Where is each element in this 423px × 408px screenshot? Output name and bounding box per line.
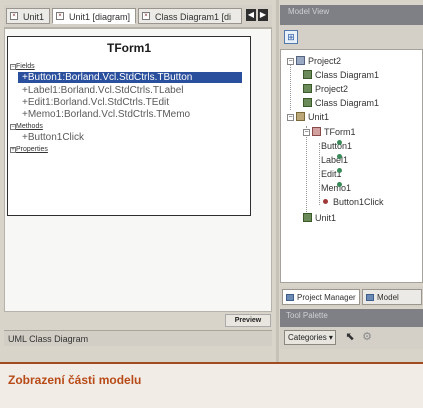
expand-tform1-icon[interactable]: − (303, 129, 310, 136)
tab-label: Class Diagram1 [di (155, 12, 232, 22)
tab-model[interactable]: Model (362, 289, 422, 305)
tree-item-tform1[interactable]: TForm1 (312, 126, 356, 138)
tab-label: Unit1 [diagram] (69, 12, 131, 22)
tree-line (319, 143, 320, 205)
diagram-icon (303, 213, 312, 222)
component-icon[interactable]: ⚙ (360, 330, 374, 345)
tree-label: Button1Click (333, 197, 384, 207)
model-tree[interactable]: − Project2 Class Diagram1 Project2 Class… (280, 49, 423, 283)
tree-item-unit1-diagram[interactable]: Unit1 (303, 212, 336, 224)
tree-label: Unit1 (308, 112, 330, 122)
tab-scroll-right-button[interactable]: ▶ (258, 9, 268, 21)
tool-palette-titlebar: Tool Palette (280, 309, 423, 327)
field-edit1[interactable]: +Edit1:Borland.Vcl.StdCtrls.TEdit (22, 97, 169, 108)
form-icon (312, 127, 321, 136)
close-icon[interactable]: × (10, 12, 18, 20)
model-view-titlebar: Model View (280, 5, 423, 25)
tree-label: Class Diagram1 (315, 98, 380, 108)
categories-dropdown[interactable]: Categories ▾ (284, 330, 336, 345)
pointer-icon[interactable]: ⬉ (344, 330, 356, 345)
preview-button[interactable]: Preview (225, 314, 271, 327)
tree-label: Project2 (315, 84, 349, 94)
class-box-tform1[interactable]: TForm1 − Fields +Button1:Borland.Vcl.Std… (7, 36, 251, 216)
tab-label: Unit1 (23, 12, 45, 22)
tree-item-project2[interactable]: Project2 (296, 55, 341, 67)
ide-window: × Unit1 × Unit1 [diagram] × Class Diagra… (0, 0, 423, 362)
pane-splitter[interactable] (276, 0, 279, 362)
methods-section-label: Methods (16, 123, 43, 130)
tab-label: Project Manager (297, 293, 356, 302)
project-icon (296, 56, 305, 65)
tab-class-diagram1[interactable]: × Class Diagram1 [di (138, 8, 242, 24)
tree-label: Class Diagram1 (315, 70, 380, 80)
diagram-icon (303, 98, 312, 107)
unit-icon (296, 112, 305, 121)
tree-label: Unit1 (315, 213, 337, 223)
tree-label: Memo1 (321, 183, 352, 193)
class-title: TForm1 (106, 41, 151, 55)
caption-divider (0, 362, 423, 364)
tree-item-button1[interactable]: Button1 (321, 140, 352, 152)
screenshot-figure: × Unit1 × Unit1 [diagram] × Class Diagra… (0, 0, 423, 408)
right-panel-tabs: Project Manager Model (280, 287, 423, 307)
field-icon (337, 140, 342, 145)
tree-item-project2-diagram[interactable]: Project2 (303, 83, 348, 95)
tab-unit1[interactable]: × Unit1 (6, 8, 50, 24)
status-bar: UML Class Diagram (4, 330, 272, 346)
tab-scroll-left-button[interactable]: ◀ (246, 9, 256, 21)
method-icon (323, 199, 328, 204)
tree-label: Label1 (321, 155, 349, 165)
model-view-icon[interactable]: ⊞ (284, 30, 298, 44)
tool-palette-toolbar: Categories ▾ ⬉ ⚙ (280, 327, 423, 349)
tree-line (290, 64, 291, 110)
tree-line (306, 126, 307, 212)
tree-item-edit1[interactable]: Edit1 (321, 168, 342, 180)
close-icon[interactable]: × (142, 12, 150, 20)
model-view-toolbar: ⊞ (280, 25, 423, 49)
tree-item-class-diagram1[interactable]: Class Diagram1 (303, 69, 379, 81)
field-memo1[interactable]: +Memo1:Borland.Vcl.StdCtrls.TMemo (22, 109, 190, 120)
document-tab-bar: × Unit1 × Unit1 [diagram] × Class Diagra… (4, 5, 272, 28)
tree-label: TForm1 (324, 127, 356, 137)
tree-item-memo1[interactable]: Memo1 (321, 182, 351, 194)
field-label1[interactable]: +Label1:Borland.Vcl.StdCtrls.TLabel (22, 85, 183, 96)
model-icon (366, 294, 374, 301)
diagram-icon (303, 70, 312, 79)
properties-section-label: Properties (16, 146, 48, 153)
tab-label: Model (377, 293, 399, 302)
close-icon[interactable]: × (56, 12, 64, 20)
tab-project-manager[interactable]: Project Manager (282, 289, 360, 305)
tree-item-button1click[interactable]: Button1Click (321, 196, 384, 208)
method-button1click[interactable]: +Button1Click (22, 132, 84, 143)
project-manager-icon (286, 294, 294, 301)
fields-section-label: Fields (16, 63, 35, 70)
tree-item-class-diagram1-b[interactable]: Class Diagram1 (303, 97, 379, 109)
expand-project2-icon[interactable]: − (287, 58, 294, 65)
tree-item-label1[interactable]: Label1 (321, 154, 348, 166)
tree-item-unit1[interactable]: Unit1 (296, 111, 329, 123)
field-button1[interactable]: +Button1:Borland.Vcl.StdCtrls.TButton (18, 72, 242, 83)
tree-label: Project2 (308, 56, 342, 66)
figure-caption: Zobrazení části modelu (8, 373, 142, 387)
tab-unit1-diagram[interactable]: × Unit1 [diagram] (52, 8, 136, 24)
field-icon (337, 154, 342, 159)
diagram-icon (303, 84, 312, 93)
field-icon (337, 182, 342, 187)
diagram-canvas[interactable]: TForm1 − Fields +Button1:Borland.Vcl.Std… (4, 28, 272, 312)
field-icon (337, 168, 342, 173)
expand-unit1-icon[interactable]: − (287, 114, 294, 121)
